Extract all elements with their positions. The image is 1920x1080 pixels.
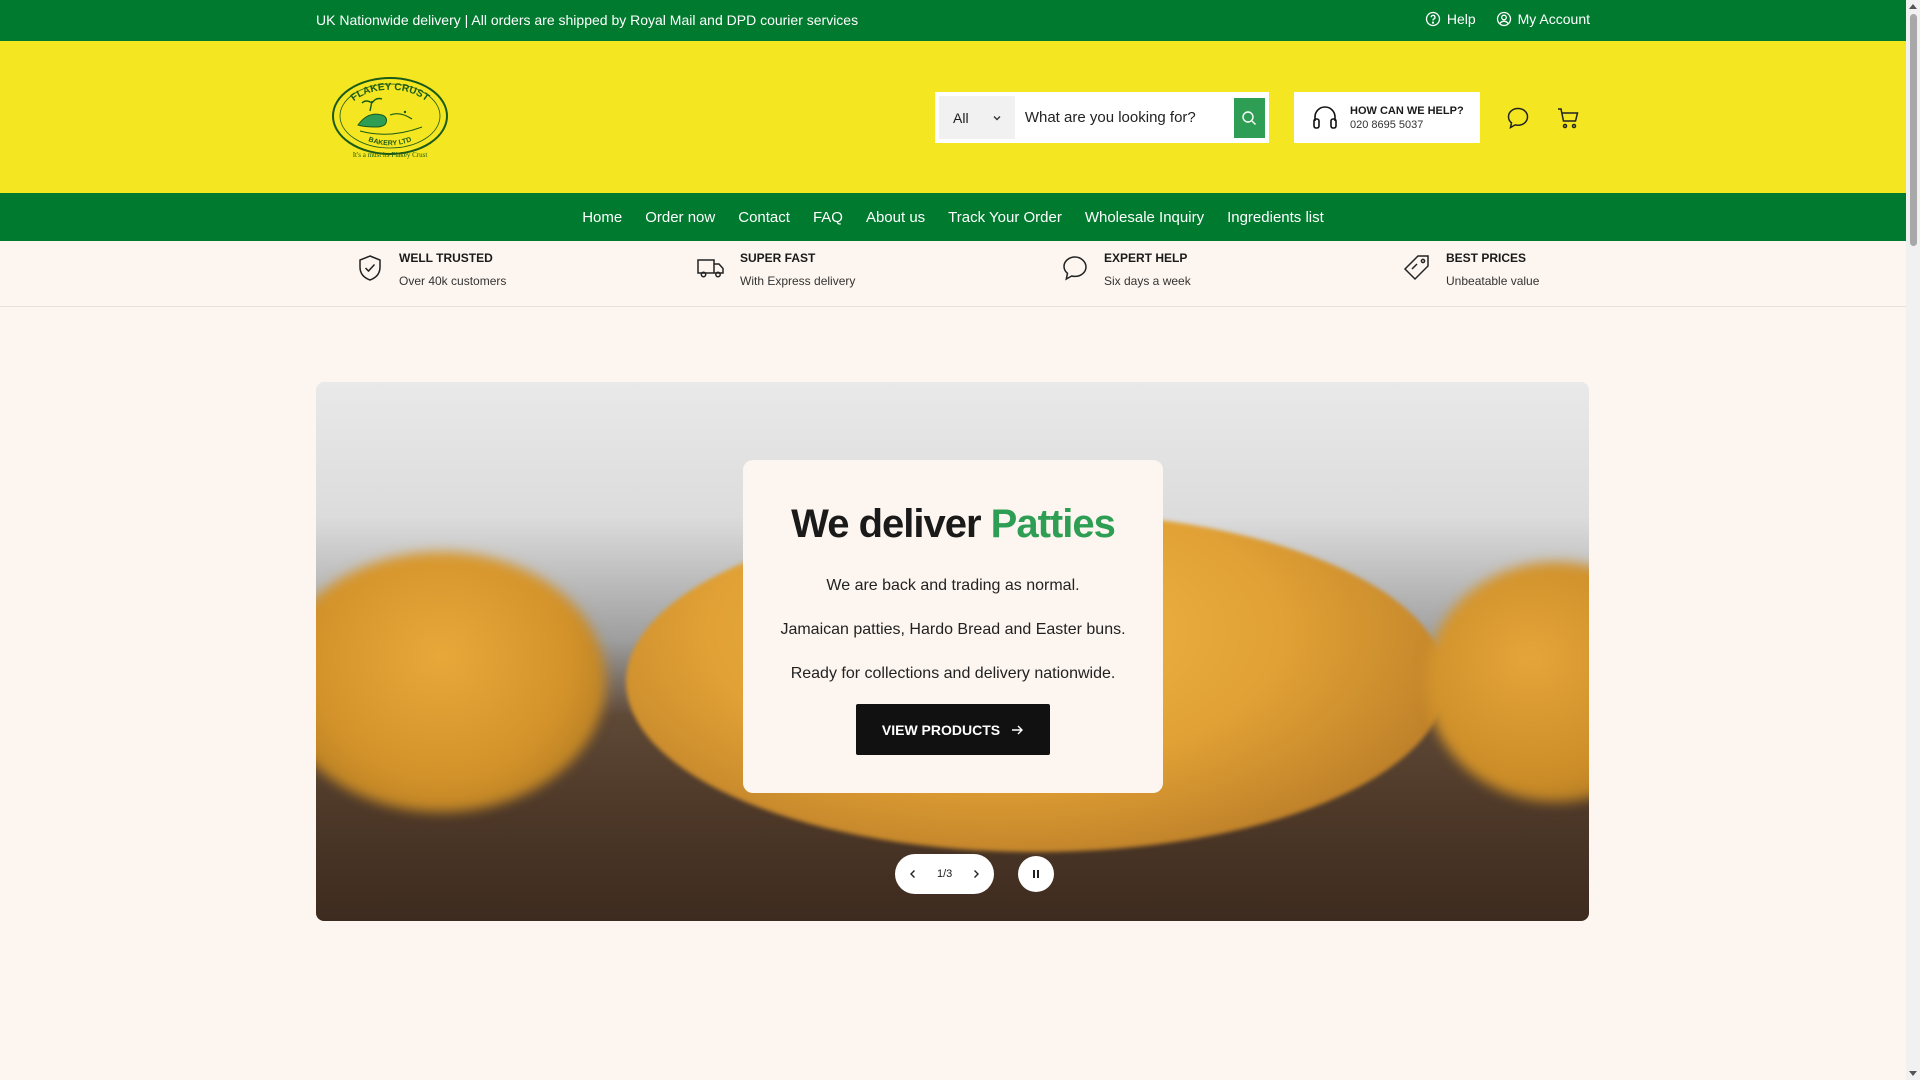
view-products-button[interactable]: VIEW PRODUCTS bbox=[856, 704, 1050, 755]
price-tag-icon bbox=[1403, 255, 1429, 281]
slideshow-controls: 1/3 bbox=[895, 854, 995, 894]
scroll-up-arrow-icon[interactable] bbox=[1909, 4, 1917, 9]
utility-links: Help My Account bbox=[1425, 11, 1590, 27]
chevron-right-icon bbox=[974, 870, 980, 878]
nav-item-ingredients-list[interactable]: Ingredients list bbox=[1227, 209, 1324, 226]
view-products-label: VIEW PRODUCTS bbox=[881, 721, 1001, 738]
feature-subtitle: Over 40k customers bbox=[399, 274, 507, 288]
truck-icon bbox=[697, 259, 724, 278]
nav-item-order-now[interactable]: Order now bbox=[645, 209, 715, 226]
search-button[interactable] bbox=[1233, 97, 1265, 138]
my-account-label: My Account bbox=[1517, 11, 1590, 27]
shield-check-icon bbox=[359, 255, 381, 281]
help-circle-icon bbox=[1425, 11, 1440, 27]
hero-title-lead: We deliver bbox=[791, 502, 981, 546]
hero-line: Ready for collections and delivery natio… bbox=[790, 665, 1116, 682]
cart-icon bbox=[1558, 108, 1579, 129]
nav-item-faq[interactable]: FAQ bbox=[813, 209, 843, 226]
chat-bubble-icon bbox=[1507, 107, 1529, 129]
scrollbar-thumb[interactable] bbox=[1910, 14, 1917, 246]
next-slide-button[interactable] bbox=[958, 854, 994, 894]
previous-slide-button[interactable] bbox=[895, 854, 931, 894]
help-contact-box[interactable]: HOW CAN WE HELP? 020 8695 5037 bbox=[1294, 92, 1480, 143]
category-select-value: All bbox=[953, 109, 969, 126]
logo-tagline: It's a must its Flakey Crust bbox=[353, 151, 428, 159]
chat-icon bbox=[1063, 256, 1087, 281]
nav-item-home[interactable]: Home bbox=[582, 209, 622, 226]
arrow-right-icon bbox=[1012, 725, 1024, 734]
search-icon bbox=[1242, 110, 1257, 125]
patty-image bbox=[316, 552, 606, 812]
feature-subtitle: Six days a week bbox=[1104, 274, 1191, 288]
main-nav: Home Order now Contact FAQ About us Trac… bbox=[0, 193, 1906, 241]
feature-title: BEST PRICES bbox=[1446, 251, 1527, 265]
flakey-crust-logo[interactable]: It's a must its Flakey Crust FLAKEY CRUS… bbox=[330, 75, 450, 167]
hero-title: We deliver Patties bbox=[743, 502, 1163, 547]
feature-title: WELL TRUSTED bbox=[399, 251, 493, 265]
user-circle-icon bbox=[1496, 11, 1511, 27]
feature-best-prices: BEST PRICES Unbeatable value bbox=[1402, 251, 1539, 288]
announcement-bar: UK Nationwide delivery | All orders are … bbox=[0, 0, 1906, 41]
feature-subtitle: Unbeatable value bbox=[1446, 274, 1540, 288]
slide-counter: 1/3 bbox=[937, 868, 953, 880]
search-bar: All bbox=[935, 92, 1269, 143]
announcement-text: UK Nationwide delivery | All orders are … bbox=[316, 12, 859, 28]
chat-button[interactable] bbox=[1505, 105, 1531, 131]
help-link-label: Help bbox=[1446, 11, 1476, 27]
chevron-left-icon bbox=[910, 870, 915, 878]
my-account-link[interactable]: My Account bbox=[1496, 11, 1590, 27]
search-input[interactable] bbox=[1014, 96, 1234, 139]
site-header: It's a must its Flakey Crust FLAKEY CRUS… bbox=[0, 41, 1906, 193]
feature-super-fast: SUPER FAST With Express delivery bbox=[696, 251, 855, 288]
nav-item-track-order[interactable]: Track Your Order bbox=[948, 209, 1062, 226]
nav-item-contact[interactable]: Contact bbox=[738, 209, 790, 226]
hero-line: Jamaican patties, Hardo Bread and Easter… bbox=[780, 621, 1126, 638]
feature-strip: WELL TRUSTED Over 40k customers SUPER FA… bbox=[0, 241, 1906, 307]
patty-image bbox=[1426, 562, 1589, 802]
help-box-phone: 020 8695 5037 bbox=[1350, 118, 1424, 131]
category-select[interactable]: All bbox=[939, 96, 1015, 139]
feature-subtitle: With Express delivery bbox=[740, 274, 856, 288]
hero-title-accent: Patties bbox=[990, 502, 1116, 546]
headset-icon bbox=[1313, 105, 1337, 129]
nav-item-about-us[interactable]: About us bbox=[866, 209, 925, 226]
feature-well-trusted: WELL TRUSTED Over 40k customers bbox=[355, 251, 506, 288]
help-box-title: HOW CAN WE HELP? bbox=[1350, 104, 1464, 117]
hero-card: We deliver Patties We are back and tradi… bbox=[743, 460, 1163, 793]
feature-expert-help: EXPERT HELP Six days a week bbox=[1060, 251, 1191, 288]
cart-button[interactable] bbox=[1555, 105, 1581, 131]
nav-item-wholesale-inquiry[interactable]: Wholesale Inquiry bbox=[1085, 209, 1204, 226]
chevron-down-icon bbox=[993, 115, 1001, 120]
feature-title: EXPERT HELP bbox=[1104, 251, 1188, 265]
help-box-text: HOW CAN WE HELP? 020 8695 5037 bbox=[1350, 105, 1464, 131]
feature-title: SUPER FAST bbox=[740, 251, 816, 265]
pause-slideshow-button[interactable] bbox=[1018, 856, 1054, 892]
hero-line: We are back and trading as normal. bbox=[826, 577, 1080, 594]
logo-graphic: It's a must its Flakey Crust FLAKEY CRUS… bbox=[332, 77, 448, 159]
help-link[interactable]: Help bbox=[1425, 11, 1476, 27]
page-scrollbar[interactable] bbox=[1906, 0, 1920, 1080]
scroll-down-arrow-icon[interactable] bbox=[1909, 1071, 1917, 1076]
pause-icon bbox=[1033, 870, 1039, 878]
